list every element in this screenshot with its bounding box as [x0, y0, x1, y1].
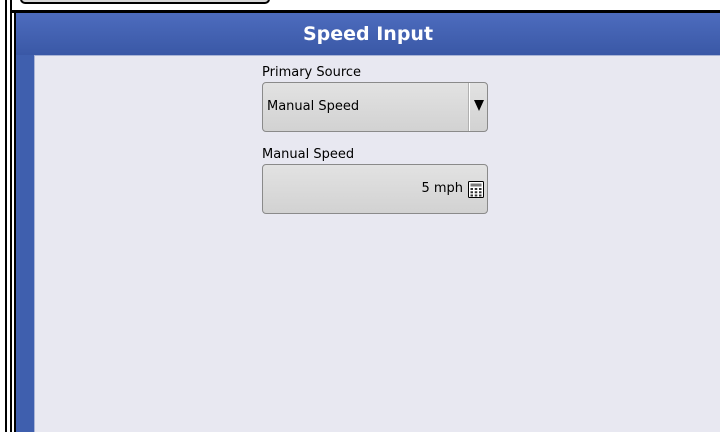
background-tab	[20, 0, 270, 4]
calculator-icon[interactable]	[468, 181, 484, 198]
dialog-title: Speed Input	[16, 13, 720, 55]
primary-source-value: Manual Speed	[267, 99, 360, 114]
manual-speed-label: Manual Speed	[262, 147, 355, 162]
manual-speed-input[interactable]: 5 mph	[262, 164, 488, 214]
primary-source-label: Primary Source	[262, 65, 362, 80]
dialog-body: Primary Source Manual Speed Manual Speed…	[34, 55, 720, 432]
speed-input-dialog: Speed Input Primary Source Manual Speed …	[14, 13, 720, 432]
manual-speed-value: 5 mph	[421, 181, 463, 196]
triangle-down-icon[interactable]	[474, 100, 484, 111]
left-edge-bar	[0, 0, 12, 432]
primary-source-dropdown[interactable]: Manual Speed	[262, 82, 488, 132]
dropdown-divider	[468, 83, 470, 131]
